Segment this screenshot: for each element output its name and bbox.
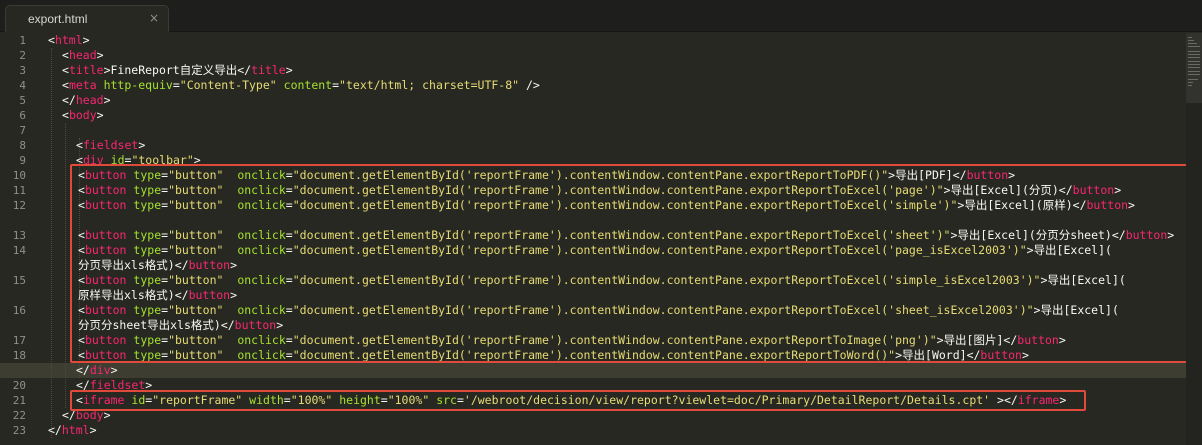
indent-guide	[51, 48, 52, 438]
code-line-3: <title>FineReport自定义导出</title>	[62, 63, 293, 77]
minimap-line	[1188, 74, 1200, 75]
minimap[interactable]	[1186, 33, 1202, 445]
code-line-2: <head>	[62, 48, 104, 62]
highlight-box-iframe	[70, 390, 1086, 411]
indent-guide	[65, 123, 66, 408]
tab-export-html[interactable]: export.html ×	[5, 5, 169, 32]
code-line-23: </html>	[48, 423, 97, 437]
minimap-line	[1188, 85, 1192, 86]
minimap-line	[1188, 43, 1197, 44]
code-line-5: </head>	[62, 93, 111, 107]
minimap-line	[1188, 82, 1193, 83]
code-line-8: <fieldset>	[76, 138, 146, 152]
minimap-line	[1188, 37, 1192, 38]
active-line-highlight	[0, 363, 1186, 378]
code-editor[interactable]: <html> <head> <title>FineReport自定义导出</ti…	[0, 33, 1200, 445]
minimap-line	[1188, 64, 1200, 65]
code-line-6: <body>	[62, 108, 104, 122]
minimap-line	[1188, 54, 1200, 55]
minimap-line	[1188, 79, 1198, 80]
minimap-line	[1188, 61, 1200, 62]
code-line-19: </div>	[76, 363, 118, 377]
code-line-1: <html>	[48, 33, 90, 47]
minimap-line	[1188, 71, 1200, 72]
close-icon[interactable]: ×	[149, 11, 159, 25]
tab-bar: export.html ×	[0, 0, 1202, 32]
minimap-line	[1188, 67, 1200, 68]
minimap-line	[1188, 40, 1194, 41]
minimap-line	[1188, 57, 1200, 58]
minimap-line	[1188, 51, 1200, 52]
tab-title: export.html	[28, 12, 88, 26]
code-line-4: <meta http-equiv="Content-Type" content=…	[62, 78, 540, 92]
minimap-line	[1188, 46, 1200, 47]
highlight-box-buttons	[70, 164, 1200, 363]
